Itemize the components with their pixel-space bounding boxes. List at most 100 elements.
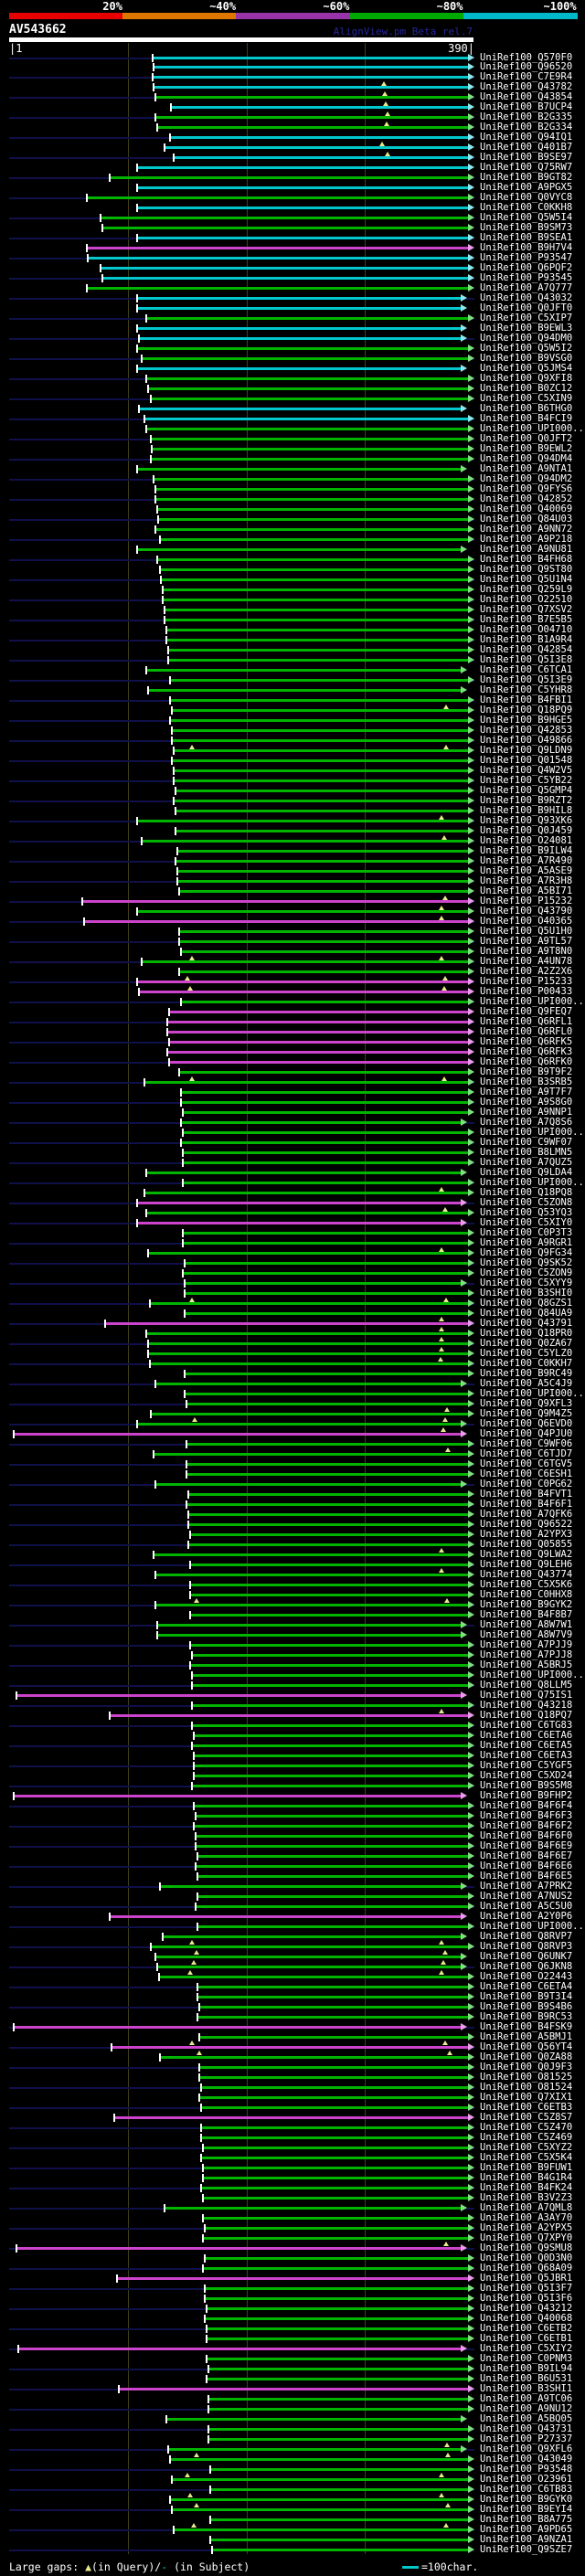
gap-in-query-icon: ▲: [85, 2560, 92, 2573]
alignment-start-tick: [186, 1459, 187, 1468]
alignment-bar: [196, 1864, 468, 1868]
alignment-start-tick: [170, 103, 172, 112]
hit-label[interactable]: UniRef100_A7QML8: [480, 2202, 572, 2213]
hit-label[interactable]: UniRef100_Q43049: [480, 2454, 572, 2465]
hit-label[interactable]: UniRef100_B3V2Z3: [480, 2192, 572, 2203]
alignment-start-tick: [168, 1008, 170, 1017]
alignment-start-tick: [202, 2233, 204, 2242]
hit-label[interactable]: UniRef100_C6TB83: [480, 2484, 572, 2495]
large-gap-marker-icon: [184, 2473, 190, 2478]
hit-label[interactable]: UniRef100_P27337: [480, 2433, 572, 2444]
alignment-end-arrow-icon: [468, 2404, 474, 2412]
alignment-bar: [201, 2136, 468, 2139]
hit-label[interactable]: UniRef100_A2YPX5: [480, 2222, 572, 2233]
alignment-start-tick: [158, 1972, 160, 1981]
alignment-start-tick: [150, 435, 152, 444]
hit-label[interactable]: UniRef100_C0PNM3: [480, 2353, 572, 2364]
alignment-start-tick: [149, 1299, 151, 1308]
alignment-bar: [196, 1904, 468, 1908]
alignview-screen: 20% ~40% ~60% ~80% ~100% AV543662 AlignView.…: [0, 0, 585, 2576]
alignment-end-arrow-icon: [468, 2535, 474, 2543]
alignment-end-arrow-icon: [468, 2374, 474, 2382]
alignment-start-tick: [202, 2263, 204, 2273]
alignment-end-arrow-icon: [468, 1108, 474, 1117]
hit-label[interactable]: UniRef100_C5XYZ2: [480, 2142, 572, 2153]
hit-label[interactable]: UniRef100_A3AY70: [480, 2212, 572, 2223]
alignment-bar: [14, 1794, 461, 1797]
alignment-bar: [174, 769, 468, 773]
alignment-end-arrow-icon: [468, 455, 474, 463]
hit-label[interactable]: UniRef100_Q9XFL6: [480, 2443, 572, 2454]
hit-label[interactable]: UniRef100_A9NU12: [480, 2403, 572, 2414]
key-label: ~40%: [209, 0, 237, 13]
alignment-start-tick: [145, 1209, 147, 1218]
hit-label[interactable]: UniRef100_B9EYI4: [480, 2504, 572, 2515]
alignment-bar: [170, 136, 468, 140]
hit-label[interactable]: UniRef100_Q5I3F7: [480, 2283, 572, 2294]
hit-label[interactable]: UniRef100_C6ETB2: [480, 2323, 572, 2334]
alignment-end-arrow-icon: [468, 596, 474, 604]
alignment-end-arrow-icon: [468, 133, 474, 142]
alignment-end-arrow-icon: [468, 1369, 474, 1377]
hit-label[interactable]: UniRef100_B9FUW1: [480, 2162, 572, 2173]
hit-label[interactable]: UniRef100_C5XIY2: [480, 2343, 572, 2354]
hit-label[interactable]: UniRef100_Q43212: [480, 2303, 572, 2314]
alignment-end-arrow-icon: [468, 706, 474, 715]
alignment-bar: [197, 1894, 468, 1898]
hit-label[interactable]: UniRef100_Q40068: [480, 2313, 572, 2324]
alignment-end-arrow-icon: [468, 1058, 474, 1066]
alignment-bar: [102, 227, 468, 230]
alignment-start-tick: [191, 1781, 193, 1790]
alignment-end-arrow-icon: [468, 2354, 474, 2362]
alignment-start-tick: [154, 525, 156, 535]
alignment-start-tick: [164, 616, 165, 625]
hit-label[interactable]: UniRef100_B3SHI1: [480, 2383, 572, 2394]
alignment-start-tick: [182, 1269, 184, 1278]
hit-label[interactable]: UniRef100_B8A775: [480, 2514, 572, 2525]
alignment-end-arrow-icon: [468, 897, 474, 906]
alignment-start-tick: [173, 2525, 175, 2534]
alignment-end-arrow-icon: [468, 2062, 474, 2071]
alignment-end-arrow-icon: [468, 1189, 474, 1197]
alignment-end-arrow-icon: [468, 123, 474, 132]
hit-label[interactable]: UniRef100_Q68A09: [480, 2263, 572, 2274]
hit-label[interactable]: UniRef100_Q7XPY0: [480, 2232, 572, 2243]
alignment-end-arrow-icon: [468, 726, 474, 735]
alignment-bar: [201, 2125, 468, 2129]
hit-label[interactable]: UniRef100_Q43731: [480, 2423, 572, 2434]
hit-label[interactable]: UniRef100_B9GYK0: [480, 2494, 572, 2505]
alignment-start-tick: [176, 877, 178, 886]
alignment-start-tick: [136, 304, 138, 313]
hit-label[interactable]: UniRef100_Q5I3F6: [480, 2293, 572, 2304]
hit-label[interactable]: UniRef100_C5X5K4: [480, 2152, 572, 2163]
hit-label[interactable]: UniRef100_Q0D3N0: [480, 2253, 572, 2263]
hit-label[interactable]: UniRef100_B4FK24: [480, 2182, 572, 2193]
alignment-end-arrow-icon: [468, 978, 474, 986]
hit-label[interactable]: UniRef100_B9IL94: [480, 2363, 572, 2374]
hit-label[interactable]: UniRef100_C6ETB1: [480, 2333, 572, 2344]
hit-label[interactable]: UniRef100_O23961: [480, 2474, 572, 2485]
hit-label[interactable]: UniRef100_Q9SMU8: [480, 2242, 572, 2253]
alignment-start-tick: [111, 2042, 112, 2051]
hit-label[interactable]: UniRef100_P93548: [480, 2464, 572, 2475]
alignment-end-arrow-icon: [468, 968, 474, 976]
alignment-bar: [137, 468, 461, 472]
hit-label[interactable]: UniRef100_Q9SZE7: [480, 2544, 572, 2555]
hit-label[interactable]: UniRef100_A9NZA1: [480, 2534, 572, 2545]
hit-label[interactable]: UniRef100_B4G1R4: [480, 2172, 572, 2183]
alignment-end-arrow-icon: [468, 917, 474, 926]
hit-label[interactable]: UniRef100_A9PD65: [480, 2524, 572, 2535]
hit-label[interactable]: UniRef100_A5BQ05: [480, 2413, 572, 2424]
hit-label[interactable]: UniRef100_A9TC06: [480, 2393, 572, 2404]
hit-label[interactable]: UniRef100_B6U531: [480, 2373, 572, 2384]
alignment-end-arrow-icon: [468, 1761, 474, 1769]
alignment-start-tick: [173, 747, 175, 756]
alignment-end-arrow-icon: [468, 1540, 474, 1548]
alignment-end-arrow-icon: [468, 2454, 474, 2463]
alignment-start-tick: [156, 1630, 158, 1639]
alignment-end-arrow-icon: [468, 113, 474, 122]
alignment-bar: [194, 1824, 468, 1828]
hit-label[interactable]: UniRef100_Q5JBR1: [480, 2273, 572, 2284]
alignment-start-tick: [171, 737, 173, 746]
alignment-start-tick: [16, 2243, 17, 2253]
